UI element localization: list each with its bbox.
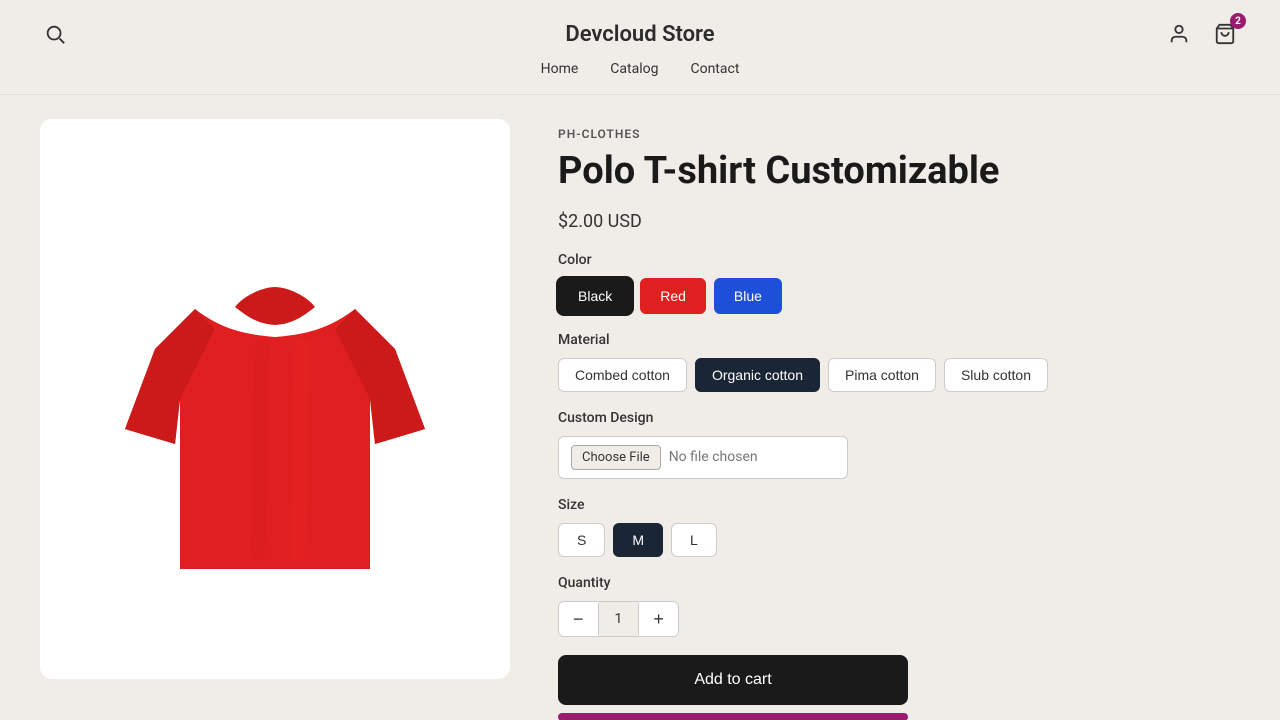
cart-badge: 2 <box>1230 13 1246 29</box>
main-content: PH-CLOTHES Polo T-shirt Customizable $2.… <box>0 95 1280 720</box>
product-price: $2.00 USD <box>558 211 1240 232</box>
file-input-label[interactable]: Choose File No file chosen <box>558 436 848 479</box>
material-combed-button[interactable]: Combed cotton <box>558 358 687 392</box>
color-blue-button[interactable]: Blue <box>714 278 782 314</box>
quantity-controls: − 1 + <box>558 601 679 637</box>
color-section: Color Black Red Blue <box>558 252 1240 314</box>
color-black-button[interactable]: Black <box>558 278 632 314</box>
quantity-label: Quantity <box>558 575 1240 591</box>
buy-now-bar <box>558 713 908 720</box>
size-options: S M L <box>558 523 1240 557</box>
product-image <box>95 189 455 609</box>
quantity-increase-button[interactable]: + <box>639 602 678 636</box>
file-chosen-text: No file chosen <box>669 449 758 465</box>
custom-design-label: Custom Design <box>558 410 1240 426</box>
search-button[interactable] <box>40 19 70 49</box>
size-section: Size S M L <box>558 497 1240 557</box>
file-input-wrapper: Choose File No file chosen <box>558 436 848 479</box>
quantity-value: 1 <box>598 603 640 635</box>
quantity-decrease-button[interactable]: − <box>559 602 598 636</box>
custom-design-section: Custom Design Choose File No file chosen <box>558 410 1240 479</box>
nav-home[interactable]: Home <box>541 61 579 77</box>
color-label: Color <box>558 252 1240 268</box>
color-red-button[interactable]: Red <box>640 278 706 314</box>
nav-contact[interactable]: Contact <box>690 61 739 77</box>
product-brand: PH-CLOTHES <box>558 127 1240 141</box>
material-options: Combed cotton Organic cotton Pima cotton… <box>558 358 1240 392</box>
add-to-cart-button[interactable]: Add to cart <box>558 655 908 705</box>
product-title: Polo T-shirt Customizable <box>558 149 1240 195</box>
product-image-container <box>40 119 510 679</box>
header: Devcloud Store 2 Home <box>0 0 1280 95</box>
material-section: Material Combed cotton Organic cotton Pi… <box>558 332 1240 392</box>
material-organic-button[interactable]: Organic cotton <box>695 358 820 392</box>
size-label: Size <box>558 497 1240 513</box>
nav-catalog[interactable]: Catalog <box>610 61 658 77</box>
color-options: Black Red Blue <box>558 278 1240 314</box>
size-l-button[interactable]: L <box>671 523 717 557</box>
choose-file-label: Choose File <box>571 445 661 470</box>
main-nav: Home Catalog Contact <box>40 61 1240 87</box>
size-s-button[interactable]: S <box>558 523 605 557</box>
material-slub-button[interactable]: Slub cotton <box>944 358 1048 392</box>
material-pima-button[interactable]: Pima cotton <box>828 358 936 392</box>
size-m-button[interactable]: M <box>613 523 663 557</box>
cart-wrapper: 2 <box>1210 19 1240 49</box>
store-title: Devcloud Store <box>565 22 714 47</box>
quantity-section: Quantity − 1 + <box>558 575 1240 637</box>
product-details: PH-CLOTHES Polo T-shirt Customizable $2.… <box>558 119 1240 696</box>
material-label: Material <box>558 332 1240 348</box>
account-button[interactable] <box>1164 19 1194 49</box>
